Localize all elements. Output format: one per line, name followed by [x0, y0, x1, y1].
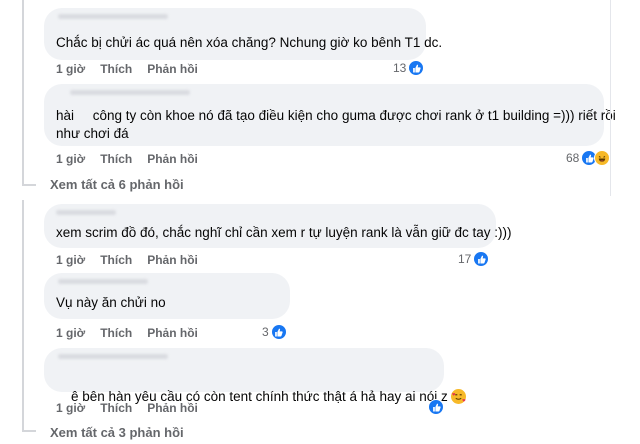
comment-actions: 1 giờ Thích Phản hồi — [56, 326, 213, 340]
comment-time[interactable]: 1 giờ — [56, 326, 85, 340]
comment-time[interactable]: 1 giờ — [56, 62, 85, 76]
thread-line-branch — [22, 184, 36, 186]
comment-text: xem scrim đồ đó, chắc nghĩ chỉ cần xem r… — [56, 225, 512, 240]
like-button[interactable]: Thích — [100, 152, 132, 166]
reaction-count: 13 — [393, 61, 407, 75]
reply-button[interactable]: Phản hồi — [147, 62, 198, 76]
comment-text: Chắc bị chửi ác quá nên xóa chăng? Nchun… — [56, 35, 443, 50]
like-button[interactable]: Thích — [100, 253, 132, 267]
comment-text-continued: như chơi đá — [56, 126, 129, 141]
comment-bubble: xem scrim đồ đó, chắc nghĩ chỉ cần xem r… — [44, 204, 512, 248]
commenter-name[interactable] — [56, 210, 116, 215]
divider — [610, 0, 611, 196]
like-icon — [270, 324, 287, 340]
thread-line — [22, 200, 24, 432]
like-button[interactable]: Thích — [100, 401, 132, 415]
comment-bubble: ê bên hàn yêu cầu có còn tent chính thức… — [44, 348, 466, 404]
reply-button[interactable]: Phản hồi — [147, 152, 198, 166]
reaction-count: 68 — [566, 151, 580, 165]
comment-actions: 1 giờ Thích Phản hồi — [56, 152, 213, 166]
haha-icon — [594, 150, 611, 166]
comment-bubble: Chắc bị chửi ác quá nên xóa chăng? Nchun… — [44, 8, 443, 60]
comment-actions: 1 giờ Thích Phản hồi — [56, 401, 213, 415]
reaction-count: 3 — [262, 325, 269, 339]
comment-actions: 1 giờ Thích Phản hồi — [56, 253, 213, 267]
commenter-name[interactable] — [58, 14, 168, 19]
comment-time[interactable]: 1 giờ — [56, 401, 85, 415]
thread-line-branch — [22, 430, 36, 432]
like-icon — [428, 399, 444, 415]
comment-text: hài công ty còn khoe nó đã tạo điều kiện… — [56, 108, 616, 123]
view-all-replies-link[interactable]: Xem tất cả 3 phản hồi — [50, 425, 184, 440]
comment-time[interactable]: 1 giờ — [56, 152, 85, 166]
reaction-summary[interactable]: 13 — [393, 60, 425, 76]
commenter-name[interactable] — [58, 354, 168, 359]
reply-button[interactable]: Phản hồi — [147, 401, 198, 415]
comment-text: ê bên hàn yêu cầu có còn tent chính thức… — [56, 368, 466, 425]
like-button[interactable]: Thích — [100, 326, 132, 340]
like-button[interactable]: Thích — [100, 62, 132, 76]
comment-time[interactable]: 1 giờ — [56, 253, 85, 267]
reply-button[interactable]: Phản hồi — [147, 326, 198, 340]
comment-text: Vụ này ăn chửi no — [56, 295, 166, 310]
view-all-replies-link[interactable]: Xem tất cả 6 phản hồi — [50, 177, 184, 192]
reply-button[interactable]: Phản hồi — [147, 253, 198, 267]
reaction-summary[interactable]: 68 — [566, 150, 611, 166]
reaction-summary[interactable]: 3 — [262, 324, 287, 340]
reaction-summary[interactable]: 17 — [458, 251, 490, 267]
comment-actions: 1 giờ Thích Phản hồi — [56, 62, 213, 76]
like-icon — [473, 251, 490, 267]
commenter-name[interactable] — [58, 279, 148, 284]
commenter-name[interactable] — [70, 90, 190, 95]
reaction-count: 17 — [458, 252, 472, 266]
thread-line — [22, 0, 24, 186]
comment-bubble: Vụ này ăn chửi no — [44, 273, 290, 319]
reaction-summary[interactable] — [428, 399, 444, 415]
smiling-face-with-hearts-icon — [450, 389, 466, 404]
like-icon — [408, 60, 425, 76]
comment-bubble: hài công ty còn khoe nó đã tạo điều kiện… — [44, 84, 616, 146]
